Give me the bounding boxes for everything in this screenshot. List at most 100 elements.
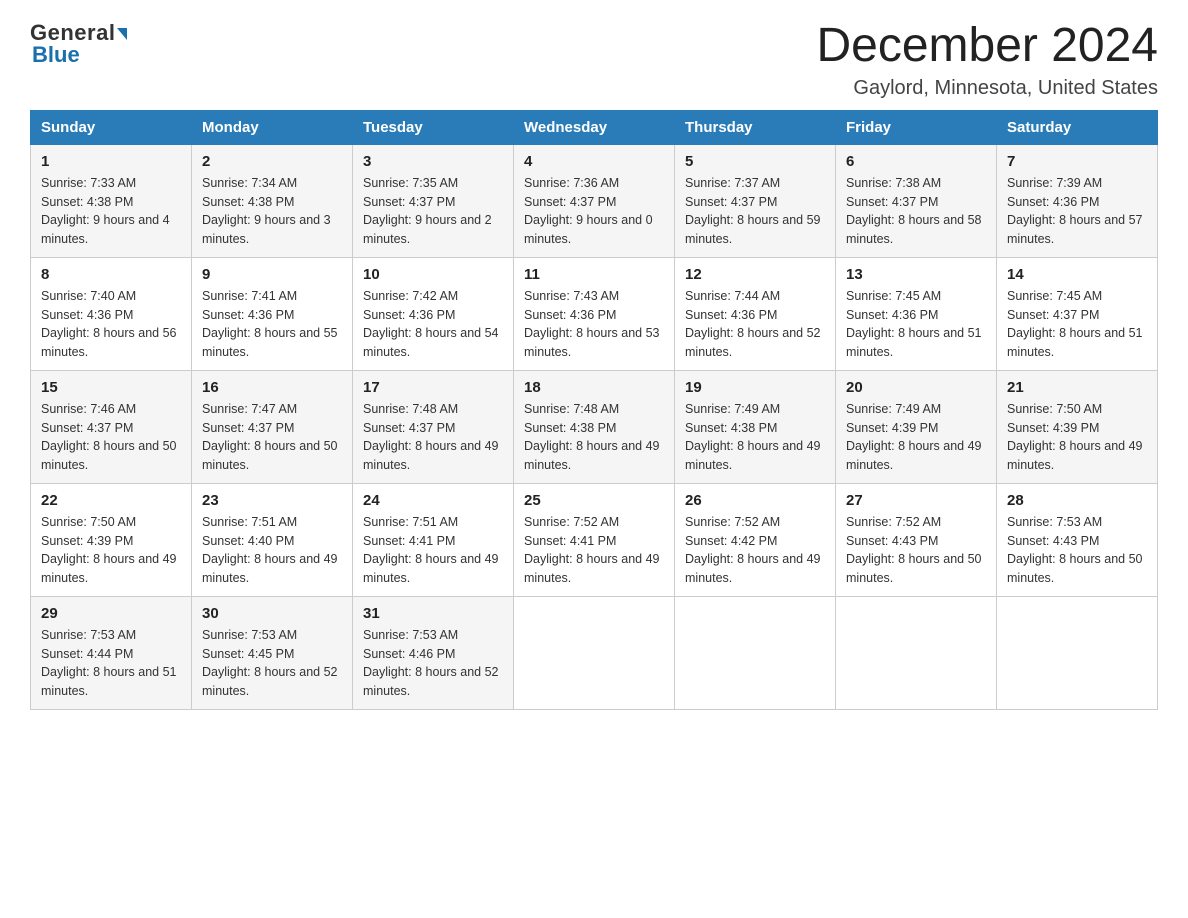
calendar-cell: 7Sunrise: 7:39 AMSunset: 4:36 PMDaylight… — [997, 144, 1158, 257]
day-info: Sunrise: 7:34 AMSunset: 4:38 PMDaylight:… — [202, 174, 342, 249]
logo: General Blue — [30, 20, 127, 68]
calendar-cell — [997, 596, 1158, 709]
title-area: December 2024 Gaylord, Minnesota, United… — [816, 20, 1158, 100]
day-info: Sunrise: 7:41 AMSunset: 4:36 PMDaylight:… — [202, 287, 342, 362]
calendar-subtitle: Gaylord, Minnesota, United States — [816, 77, 1158, 100]
calendar-cell: 2 Sunrise: 7:34 AMSunset: 4:38 PMDaylight… — [192, 144, 353, 257]
calendar-cell: 27Sunrise: 7:52 AMSunset: 4:43 PMDayligh… — [836, 483, 997, 596]
calendar-cell: 28 Sunrise: 7:53 AMSunset: 4:43 PMDayligh… — [997, 483, 1158, 596]
day-info: Sunrise: 7:44 AMSunset: 4:36 PMDaylight:… — [685, 287, 825, 362]
day-info: Sunrise: 7:37 AMSunset: 4:37 PMDaylight:… — [685, 174, 825, 249]
calendar-cell: 22 Sunrise: 7:50 AMSunset: 4:39 PMDayligh… — [31, 483, 192, 596]
day-info: Sunrise: 7:49 AMSunset: 4:39 PMDaylight:… — [846, 400, 986, 475]
calendar-cell: 26Sunrise: 7:52 AMSunset: 4:42 PMDayligh… — [675, 483, 836, 596]
calendar-cell: 23Sunrise: 7:51 AMSunset: 4:40 PMDayligh… — [192, 483, 353, 596]
calendar-cell: 8 Sunrise: 7:40 AMSunset: 4:36 PMDaylight… — [31, 257, 192, 370]
day-info: Sunrise: 7:46 AMSunset: 4:37 PMDaylight:… — [41, 400, 181, 475]
day-info: Sunrise: 7:53 AMSunset: 4:43 PMDaylight:… — [1007, 513, 1147, 588]
calendar-title: December 2024 — [816, 20, 1158, 73]
calendar-cell: 19 Sunrise: 7:49 AMSunset: 4:38 PMDayligh… — [675, 370, 836, 483]
day-info: Sunrise: 7:50 AMSunset: 4:39 PMDaylight:… — [1007, 400, 1147, 475]
day-info: Sunrise: 7:52 AMSunset: 4:42 PMDaylight:… — [685, 513, 825, 588]
day-number: 25 — [524, 492, 664, 509]
calendar-cell: 14Sunrise: 7:45 AMSunset: 4:37 PMDayligh… — [997, 257, 1158, 370]
calendar-cell: 17 Sunrise: 7:48 AMSunset: 4:37 PMDayligh… — [353, 370, 514, 483]
calendar-week-row: 29 Sunrise: 7:53 AMSunset: 4:44 PMDayligh… — [31, 596, 1158, 709]
day-info: Sunrise: 7:45 AMSunset: 4:36 PMDaylight:… — [846, 287, 986, 362]
day-info: Sunrise: 7:42 AMSunset: 4:36 PMDaylight:… — [363, 287, 503, 362]
calendar-cell: 30Sunrise: 7:53 AMSunset: 4:45 PMDayligh… — [192, 596, 353, 709]
day-info: Sunrise: 7:48 AMSunset: 4:37 PMDaylight:… — [363, 400, 503, 475]
day-info: Sunrise: 7:47 AMSunset: 4:37 PMDaylight:… — [202, 400, 342, 475]
col-wednesday: Wednesday — [514, 110, 675, 144]
calendar-week-row: 1 Sunrise: 7:33 AMSunset: 4:38 PMDaylight… — [31, 144, 1158, 257]
calendar-cell — [836, 596, 997, 709]
day-info: Sunrise: 7:52 AMSunset: 4:43 PMDaylight:… — [846, 513, 986, 588]
calendar-cell: 13Sunrise: 7:45 AMSunset: 4:36 PMDayligh… — [836, 257, 997, 370]
page-header: General Blue December 2024 Gaylord, Minn… — [30, 20, 1158, 100]
day-number: 29 — [41, 605, 181, 622]
calendar-cell: 16 Sunrise: 7:47 AMSunset: 4:37 PMDayligh… — [192, 370, 353, 483]
calendar-cell: 9 Sunrise: 7:41 AMSunset: 4:36 PMDaylight… — [192, 257, 353, 370]
day-number: 22 — [41, 492, 181, 509]
calendar-cell: 15 Sunrise: 7:46 AMSunset: 4:37 PMDayligh… — [31, 370, 192, 483]
calendar-cell: 20 Sunrise: 7:49 AMSunset: 4:39 PMDayligh… — [836, 370, 997, 483]
day-number: 31 — [363, 605, 503, 622]
day-number: 21 — [1007, 379, 1147, 396]
calendar-cell: 12 Sunrise: 7:44 AMSunset: 4:36 PMDayligh… — [675, 257, 836, 370]
day-number: 3 — [363, 153, 503, 170]
day-info: Sunrise: 7:53 AMSunset: 4:44 PMDaylight:… — [41, 626, 181, 701]
calendar-cell: 4Sunrise: 7:36 AMSunset: 4:37 PMDaylight… — [514, 144, 675, 257]
day-info: Sunrise: 7:35 AMSunset: 4:37 PMDaylight:… — [363, 174, 503, 249]
day-info: Sunrise: 7:33 AMSunset: 4:38 PMDaylight:… — [41, 174, 181, 249]
day-info: Sunrise: 7:50 AMSunset: 4:39 PMDaylight:… — [41, 513, 181, 588]
col-tuesday: Tuesday — [353, 110, 514, 144]
calendar-cell — [514, 596, 675, 709]
day-info: Sunrise: 7:40 AMSunset: 4:36 PMDaylight:… — [41, 287, 181, 362]
calendar-cell: 10 Sunrise: 7:42 AMSunset: 4:36 PMDayligh… — [353, 257, 514, 370]
calendar-week-row: 8 Sunrise: 7:40 AMSunset: 4:36 PMDaylight… — [31, 257, 1158, 370]
day-info: Sunrise: 7:49 AMSunset: 4:38 PMDaylight:… — [685, 400, 825, 475]
calendar-cell: 31Sunrise: 7:53 AMSunset: 4:46 PMDayligh… — [353, 596, 514, 709]
logo-arrow-icon — [117, 28, 127, 40]
calendar-cell: 18Sunrise: 7:48 AMSunset: 4:38 PMDayligh… — [514, 370, 675, 483]
calendar-cell: 21 Sunrise: 7:50 AMSunset: 4:39 PMDayligh… — [997, 370, 1158, 483]
day-number: 19 — [685, 379, 825, 396]
calendar-cell: 3 Sunrise: 7:35 AMSunset: 4:37 PMDaylight… — [353, 144, 514, 257]
day-number: 7 — [1007, 153, 1147, 170]
calendar-cell: 6Sunrise: 7:38 AMSunset: 4:37 PMDaylight… — [836, 144, 997, 257]
calendar-cell: 5Sunrise: 7:37 AMSunset: 4:37 PMDaylight… — [675, 144, 836, 257]
day-number: 12 — [685, 266, 825, 283]
day-number: 11 — [524, 266, 664, 283]
logo-blue: Blue — [30, 42, 80, 68]
day-number: 20 — [846, 379, 986, 396]
day-number: 28 — [1007, 492, 1147, 509]
day-number: 30 — [202, 605, 342, 622]
calendar-week-row: 22 Sunrise: 7:50 AMSunset: 4:39 PMDayligh… — [31, 483, 1158, 596]
day-number: 15 — [41, 379, 181, 396]
day-number: 23 — [202, 492, 342, 509]
day-info: Sunrise: 7:52 AMSunset: 4:41 PMDaylight:… — [524, 513, 664, 588]
calendar-cell: 1 Sunrise: 7:33 AMSunset: 4:38 PMDaylight… — [31, 144, 192, 257]
calendar-cell: 11 Sunrise: 7:43 AMSunset: 4:36 PMDayligh… — [514, 257, 675, 370]
calendar-cell: 24 Sunrise: 7:51 AMSunset: 4:41 PMDayligh… — [353, 483, 514, 596]
day-info: Sunrise: 7:36 AMSunset: 4:37 PMDaylight:… — [524, 174, 664, 249]
day-number: 24 — [363, 492, 503, 509]
day-number: 9 — [202, 266, 342, 283]
day-info: Sunrise: 7:45 AMSunset: 4:37 PMDaylight:… — [1007, 287, 1147, 362]
col-monday: Monday — [192, 110, 353, 144]
day-info: Sunrise: 7:48 AMSunset: 4:38 PMDaylight:… — [524, 400, 664, 475]
day-number: 17 — [363, 379, 503, 396]
day-number: 8 — [41, 266, 181, 283]
day-number: 2 — [202, 153, 342, 170]
calendar-table: Sunday Monday Tuesday Wednesday Thursday… — [30, 110, 1158, 710]
day-number: 10 — [363, 266, 503, 283]
day-info: Sunrise: 7:51 AMSunset: 4:41 PMDaylight:… — [363, 513, 503, 588]
col-saturday: Saturday — [997, 110, 1158, 144]
day-number: 1 — [41, 153, 181, 170]
day-number: 16 — [202, 379, 342, 396]
day-info: Sunrise: 7:38 AMSunset: 4:37 PMDaylight:… — [846, 174, 986, 249]
calendar-cell: 29 Sunrise: 7:53 AMSunset: 4:44 PMDayligh… — [31, 596, 192, 709]
day-info: Sunrise: 7:43 AMSunset: 4:36 PMDaylight:… — [524, 287, 664, 362]
calendar-cell — [675, 596, 836, 709]
